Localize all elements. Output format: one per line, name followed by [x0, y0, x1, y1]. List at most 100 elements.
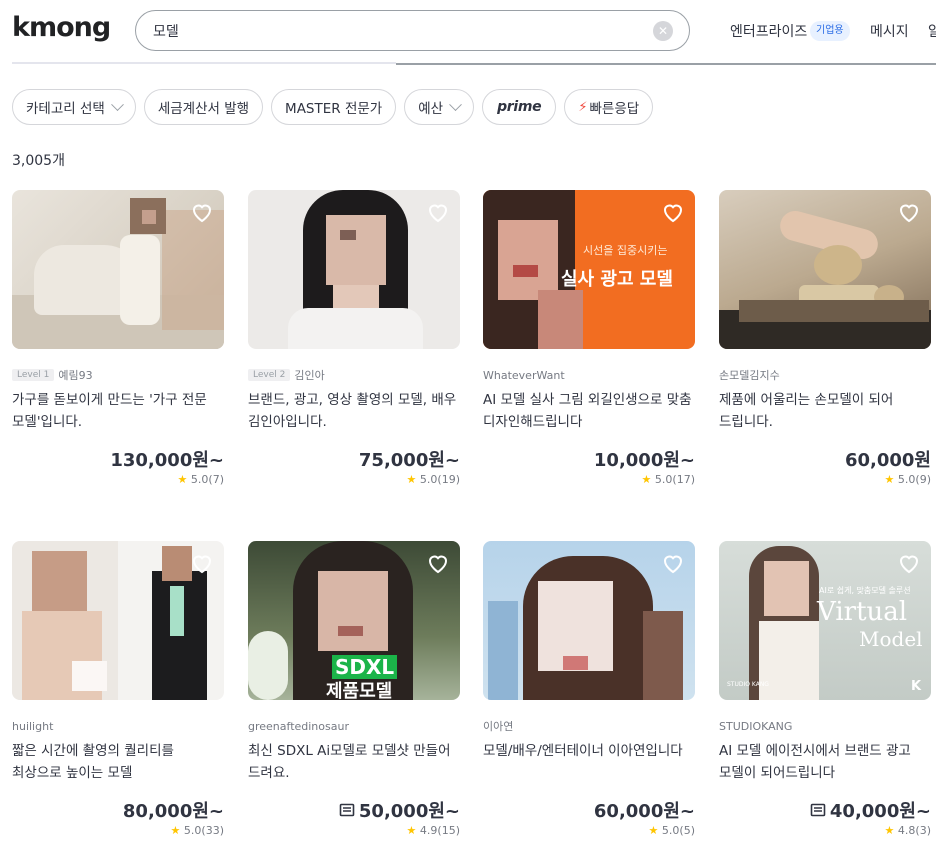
banner-big-text: 실사 광고 모델 [561, 269, 673, 290]
service-price: 80,000원~ [123, 797, 224, 823]
review-count: (17) [672, 473, 695, 486]
service-title[interactable]: AI 모델 실사 그림 외길인생으로 맞춤 디자인해드립니다 [483, 389, 695, 433]
review-count: (5) [679, 824, 695, 837]
thumbnail-image[interactable] [12, 190, 224, 349]
star-icon: ★ [406, 824, 417, 837]
service-price: 40,000원~ [810, 797, 931, 823]
seller-name[interactable]: WhateverWant [483, 369, 565, 382]
search-input[interactable] [153, 11, 633, 50]
filter-master[interactable]: MASTER 전문가 [271, 89, 397, 125]
thumbnail-image[interactable]: AI로 쉽게, 맞춤모델 솔루션 Virtual Model STUDIO KA… [719, 541, 931, 700]
results-count: 3,005개 [12, 153, 65, 169]
service-price: 50,000원~ [339, 797, 460, 823]
price-value: 40,000원~ [829, 801, 931, 822]
rating-value: 5.0 [183, 824, 202, 837]
coupon-icon [810, 803, 826, 817]
star-icon: ★ [406, 473, 417, 486]
heart-icon[interactable] [897, 551, 921, 575]
thumbnail-image[interactable] [248, 190, 460, 349]
banner-bottom-text: 제품모델 [326, 681, 393, 700]
divider [396, 63, 936, 65]
thumbnail-image[interactable] [12, 541, 224, 700]
filter-prime-label: prime [497, 99, 542, 115]
review-count: (9) [915, 473, 931, 486]
seller-info: 이아연 [483, 718, 513, 734]
filter-category-label: 카테고리 선택 [26, 101, 105, 117]
divider [12, 62, 396, 64]
service-title[interactable]: 가구를 돋보이게 만드는 '가구 전문 모델'입니다. [12, 389, 224, 433]
price-value: 50,000원~ [358, 801, 460, 822]
heart-icon[interactable] [426, 200, 450, 224]
heart-icon[interactable] [661, 200, 685, 224]
filter-tax-invoice[interactable]: 세금계산서 발행 [143, 89, 264, 125]
nav-message-link[interactable]: 메시지 [870, 21, 909, 41]
star-icon: ★ [884, 824, 895, 837]
banner-big-text-1: Virtual [817, 597, 908, 627]
service-title[interactable]: 브랜드, 광고, 영상 촬영의 모델, 배우 김인아입니다. [248, 389, 460, 433]
price-value: 60,000원~ [593, 801, 695, 822]
seller-info: huilight [12, 718, 53, 734]
filter-budget[interactable]: 예산 [404, 89, 475, 125]
review-count: (19) [437, 473, 460, 486]
rating: ★ 5.0(7) [178, 473, 224, 486]
heart-icon[interactable] [190, 200, 214, 224]
level-badge: Level 1 [12, 369, 55, 381]
rating-value: 4.8 [897, 824, 916, 837]
heart-icon[interactable] [426, 551, 450, 575]
heart-icon[interactable] [190, 551, 214, 575]
coupon-icon [339, 803, 355, 817]
search-bar[interactable]: ✕ [135, 10, 690, 51]
review-count: (33) [201, 824, 224, 837]
review-count: (3) [915, 824, 931, 837]
banner-k-logo: K [911, 679, 922, 694]
price-value: 80,000원~ [122, 801, 224, 822]
banner-top-text: SDXL [332, 655, 398, 679]
filter-tax-invoice-label: 세금계산서 발행 [157, 101, 250, 117]
seller-name[interactable]: 손모델김지수 [719, 367, 780, 383]
nav-enterprise-link[interactable]: 엔터프라이즈 [730, 21, 807, 41]
level-badge: Level 2 [248, 369, 291, 381]
thumbnail-image[interactable] [719, 190, 931, 349]
filter-category[interactable]: 카테고리 선택 [12, 89, 136, 125]
seller-info: STUDIOKANG [719, 718, 792, 734]
star-icon: ★ [170, 824, 181, 837]
service-title[interactable]: 짧은 시간에 촬영의 퀄리티를 최상으로 높이는 모델 [12, 740, 224, 784]
thumbnail-image[interactable]: 시선을 집중시키는 실사 광고 모델 [483, 190, 695, 349]
filter-master-label: MASTER 전문가 [285, 101, 383, 117]
banner-big-text-2: Model [859, 627, 923, 651]
filter-fast-response-label: 빠른응답 [589, 101, 640, 117]
seller-name[interactable]: 이아연 [483, 718, 513, 734]
top-bar: kmong ✕ 엔터프라이즈 기업용 메시지 알 [0, 0, 936, 65]
heart-icon[interactable] [897, 200, 921, 224]
seller-name[interactable]: greenaftedinosaur [248, 720, 349, 733]
rating: ★ 5.0(17) [642, 473, 695, 486]
nav-alert-link[interactable]: 알 [928, 21, 936, 41]
thumbnail-image[interactable] [483, 541, 695, 700]
rating-value: 4.9 [419, 824, 438, 837]
service-price: 75,000원~ [359, 446, 460, 472]
kmong-logo[interactable]: kmong [12, 12, 111, 43]
seller-name[interactable]: 김인아 [294, 367, 324, 383]
price-value: 130,000원~ [110, 450, 224, 471]
filter-prime[interactable]: prime [482, 89, 557, 125]
service-title[interactable]: 모델/배우/엔터테이너 이아연입니다 [483, 740, 695, 762]
service-title[interactable]: 최신 SDXL Ai모델로 모델샷 만들어 드려요. [248, 740, 460, 784]
service-title[interactable]: 제품에 어울리는 손모델이 되어 드립니다. [719, 389, 931, 433]
seller-name[interactable]: huilight [12, 720, 53, 733]
service-price: 60,000원~ [594, 797, 695, 823]
filter-fast-response[interactable]: ⚡ 빠른응답 [564, 89, 654, 125]
seller-info: Level 2 김인아 [248, 367, 325, 383]
service-title[interactable]: AI 모델 에이전시에서 브랜드 광고 모델이 되어드립니다 [719, 740, 931, 784]
seller-name[interactable]: 예림93 [58, 367, 92, 383]
heart-icon[interactable] [661, 551, 685, 575]
review-count: (15) [437, 824, 460, 837]
banner-small-text: 시선을 집중시키는 [583, 244, 668, 257]
seller-info: WhateverWant [483, 367, 565, 383]
clear-search-icon[interactable]: ✕ [653, 21, 673, 41]
thumbnail-image[interactable]: SDXL 제품모델 [248, 541, 460, 700]
rating: ★ 5.0(5) [649, 824, 695, 837]
rating: ★ 5.0(33) [171, 824, 224, 837]
seller-info: greenaftedinosaur [248, 718, 349, 734]
seller-name[interactable]: STUDIOKANG [719, 720, 792, 733]
service-price: 60,000원 [845, 446, 931, 472]
